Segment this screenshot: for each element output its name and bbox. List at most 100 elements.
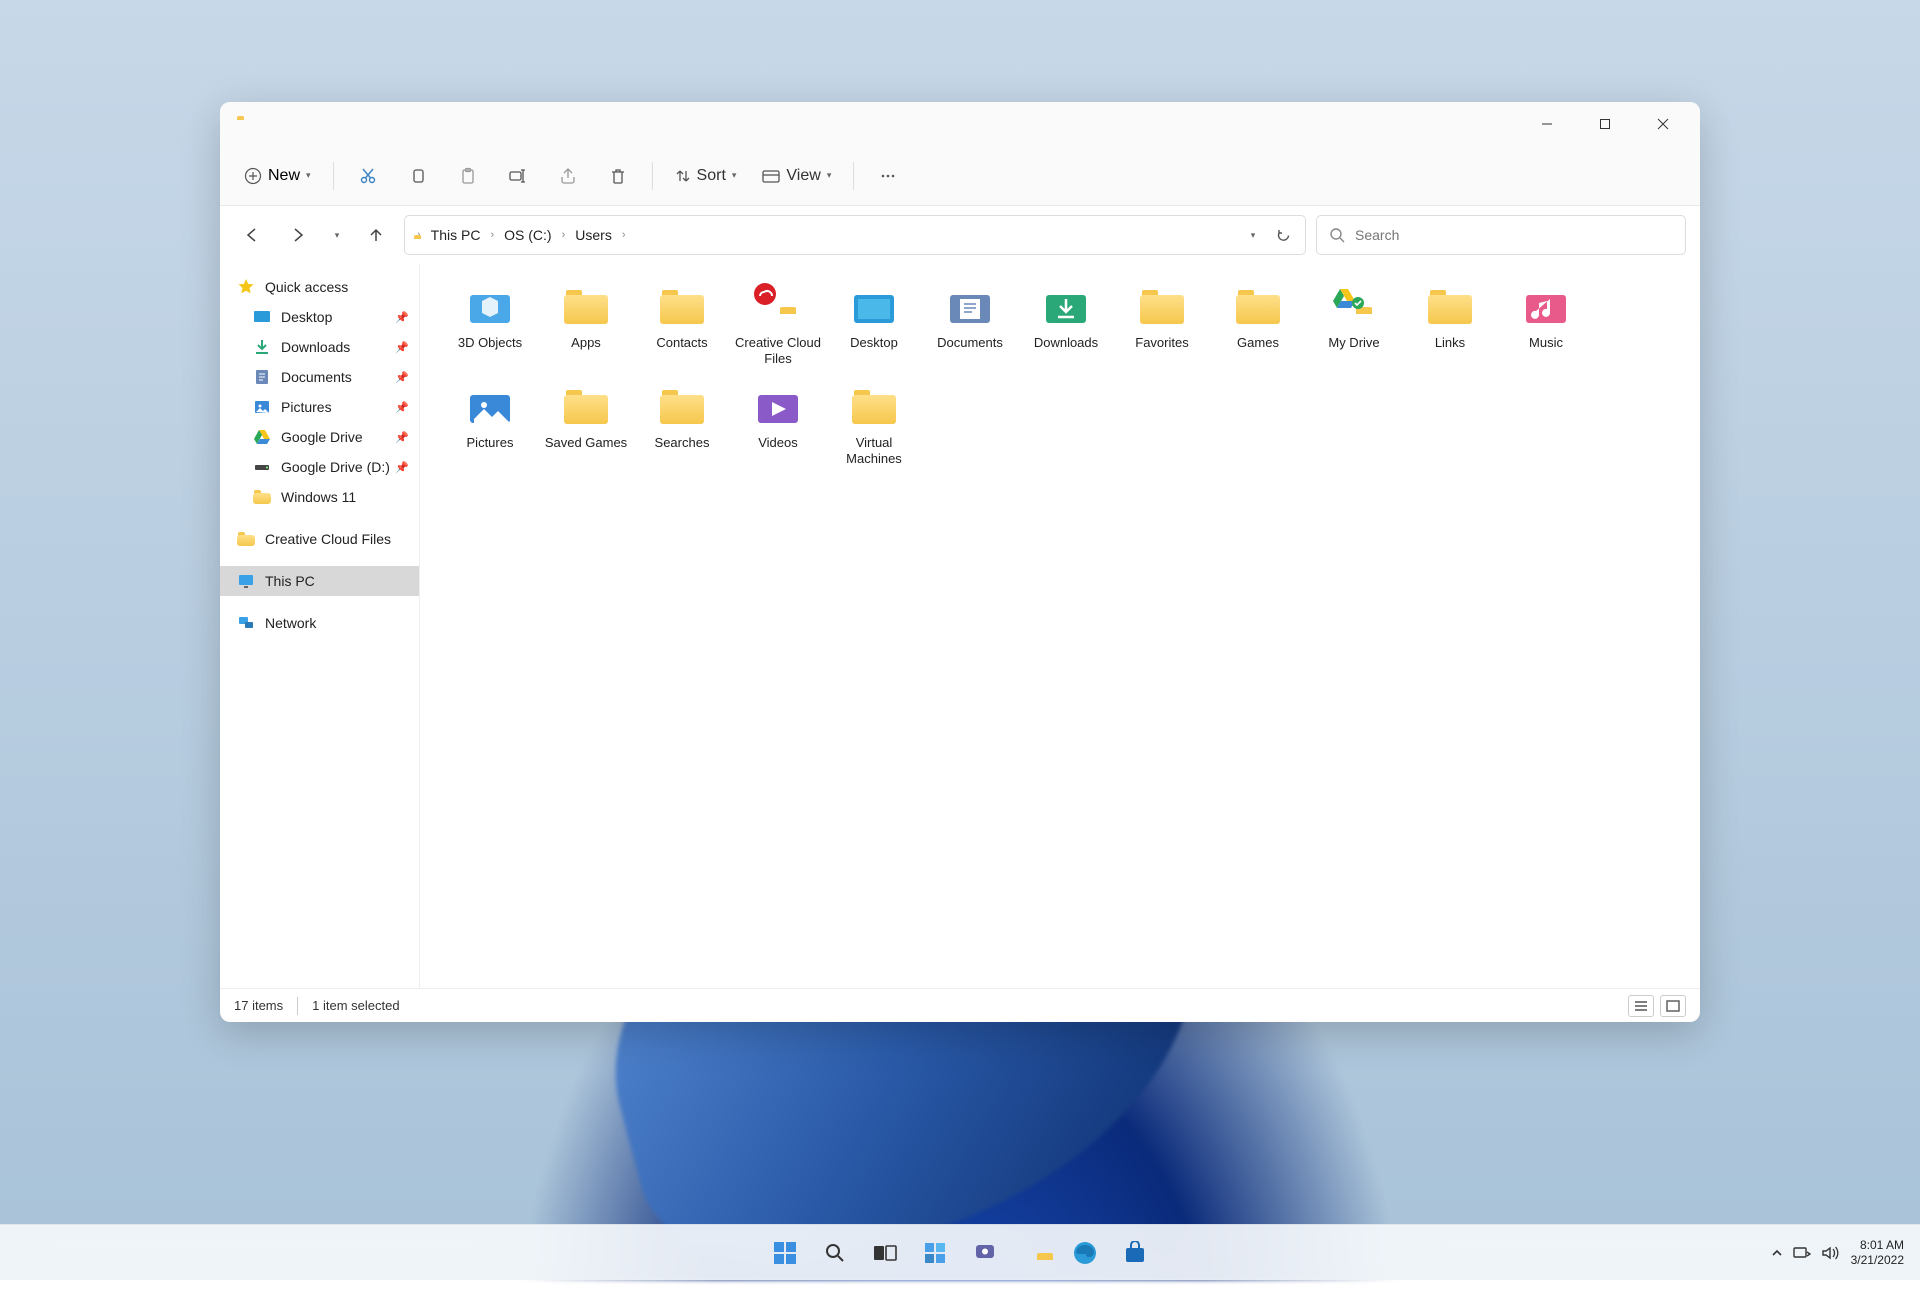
folder-item[interactable]: Downloads: [1018, 278, 1114, 374]
folder-item[interactable]: Pictures: [442, 378, 538, 474]
gdrive-icon: [252, 427, 272, 447]
folder-item[interactable]: Documents: [922, 278, 1018, 374]
sidebar-item[interactable]: Pictures📌: [220, 392, 419, 422]
sidebar-item[interactable]: Google Drive📌: [220, 422, 419, 452]
monitor-icon: [236, 571, 256, 591]
folder-item[interactable]: Links: [1402, 278, 1498, 374]
folder-item[interactable]: My Drive: [1306, 278, 1402, 374]
sidebar-item[interactable]: Documents📌: [220, 362, 419, 392]
folder-icon: [654, 284, 710, 330]
recent-locations-button[interactable]: ▾: [326, 217, 348, 253]
breadcrumb-segment[interactable]: OS (C:): [498, 224, 557, 246]
large-icons-view-button[interactable]: [1660, 995, 1686, 1017]
back-button[interactable]: [234, 217, 270, 253]
edge-button[interactable]: [1063, 1231, 1107, 1275]
folder-item[interactable]: Virtual Machines: [826, 378, 922, 474]
search-box[interactable]: [1316, 215, 1686, 255]
folder-item[interactable]: Desktop: [826, 278, 922, 374]
cut-button[interactable]: [346, 154, 390, 198]
copy-icon: [409, 167, 427, 185]
rename-button[interactable]: [496, 154, 540, 198]
new-button[interactable]: New ▾: [234, 160, 321, 192]
sidebar-item-quick-access[interactable]: Quick access: [220, 272, 419, 302]
folder-item[interactable]: Videos: [730, 378, 826, 474]
sidebar-label: Network: [265, 615, 316, 631]
delete-button[interactable]: [596, 154, 640, 198]
close-button[interactable]: [1634, 102, 1692, 146]
sidebar-item[interactable]: Windows 11: [220, 482, 419, 512]
folder-item[interactable]: Contacts: [634, 278, 730, 374]
taskbar[interactable]: 8:01 AM 3/21/2022: [0, 1224, 1920, 1280]
edge-icon: [1072, 1240, 1098, 1266]
separator: [333, 162, 334, 190]
store-button[interactable]: [1113, 1231, 1157, 1275]
sidebar-item[interactable]: Desktop📌: [220, 302, 419, 332]
volume-icon[interactable]: [1821, 1245, 1839, 1261]
gdrive-icon: [1326, 284, 1382, 330]
chevron-up-icon[interactable]: [1771, 1247, 1783, 1259]
share-button[interactable]: [546, 154, 590, 198]
network-icon[interactable]: [1793, 1246, 1811, 1260]
search-button[interactable]: [813, 1231, 857, 1275]
folder-item[interactable]: Apps: [538, 278, 634, 374]
address-bar[interactable]: › This PC › OS (C:) › Users › ▾: [404, 215, 1306, 255]
sort-button[interactable]: Sort ▾: [665, 160, 747, 192]
rename-icon: [508, 167, 528, 185]
desktop-icon: [846, 284, 902, 330]
system-tray[interactable]: [1771, 1245, 1839, 1261]
forward-button[interactable]: [280, 217, 316, 253]
folder-icon: [846, 384, 902, 430]
search-input[interactable]: [1355, 227, 1673, 243]
folder-item[interactable]: 3D Objects: [442, 278, 538, 374]
pin-icon: 📌: [395, 401, 409, 414]
up-button[interactable]: [358, 217, 394, 253]
sidebar-item[interactable]: Downloads📌: [220, 332, 419, 362]
folder-item[interactable]: Saved Games: [538, 378, 634, 474]
view-button[interactable]: View ▾: [752, 160, 841, 192]
downloads-icon: [252, 337, 272, 357]
file-explorer-button[interactable]: [1013, 1231, 1057, 1275]
item-label: Apps: [571, 335, 601, 351]
breadcrumb-segment[interactable]: This PC: [425, 224, 487, 246]
item-label: Pictures: [467, 435, 514, 451]
folder-item[interactable]: Music: [1498, 278, 1594, 374]
sidebar-item-this-pc[interactable]: This PC: [220, 566, 419, 596]
sidebar-label: Google Drive: [281, 429, 363, 445]
minimize-button[interactable]: [1518, 102, 1576, 146]
network-icon: [236, 613, 256, 633]
pin-icon: 📌: [395, 371, 409, 384]
address-dropdown-button[interactable]: ▾: [1239, 217, 1267, 253]
copy-button[interactable]: [396, 154, 440, 198]
folder-item[interactable]: Favorites: [1114, 278, 1210, 374]
navigation-pane: Quick access Desktop📌Downloads📌Documents…: [220, 264, 420, 988]
search-icon: [1329, 227, 1345, 243]
sidebar-item-creative-cloud[interactable]: Creative Cloud Files: [220, 524, 419, 554]
chat-icon: [973, 1241, 997, 1265]
separator: [652, 162, 653, 190]
maximize-button[interactable]: [1576, 102, 1634, 146]
breadcrumb-segment[interactable]: Users: [569, 224, 618, 246]
folder-item[interactable]: Games: [1210, 278, 1306, 374]
details-view-button[interactable]: [1628, 995, 1654, 1017]
drive-icon: [252, 457, 272, 477]
chevron-down-icon: ▾: [306, 170, 311, 181]
ccloud-icon: [750, 284, 806, 330]
task-view-button[interactable]: [863, 1231, 907, 1275]
navigation-bar: ▾ › This PC › OS (C:) › Users › ▾: [220, 206, 1700, 264]
item-label: Favorites: [1135, 335, 1188, 351]
sidebar-item-network[interactable]: Network: [220, 608, 419, 638]
chat-button[interactable]: [963, 1231, 1007, 1275]
refresh-button[interactable]: [1269, 217, 1297, 253]
start-button[interactable]: [763, 1231, 807, 1275]
widgets-button[interactable]: [913, 1231, 957, 1275]
new-label: New: [268, 167, 300, 185]
trash-icon: [609, 167, 627, 185]
folder-item[interactable]: Creative Cloud Files: [730, 278, 826, 374]
titlebar[interactable]: [220, 102, 1700, 146]
folder-item[interactable]: Searches: [634, 378, 730, 474]
more-button[interactable]: [866, 154, 910, 198]
clock[interactable]: 8:01 AM 3/21/2022: [1851, 1238, 1904, 1268]
sidebar-item[interactable]: Google Drive (D:)📌: [220, 452, 419, 482]
items-view[interactable]: 3D Objects Apps ContactsCreative Cloud Fil…: [420, 264, 1700, 988]
paste-button[interactable]: [446, 154, 490, 198]
